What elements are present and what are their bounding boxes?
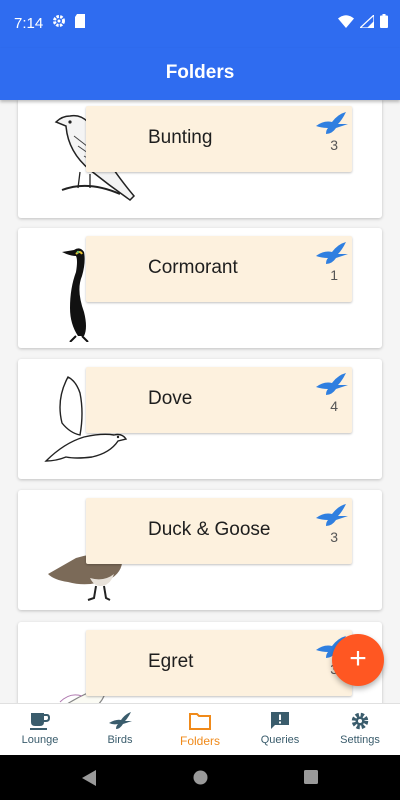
nav-label: Queries bbox=[260, 734, 300, 746]
add-folder-button[interactable]: + bbox=[332, 634, 384, 686]
folder-name: Dove bbox=[148, 388, 193, 409]
folder-label-box[interactable]: Dove 4 bbox=[86, 367, 352, 433]
nav-item-lounge[interactable]: Lounge bbox=[0, 704, 80, 755]
folder-name: Cormorant bbox=[148, 257, 238, 278]
nav-item-settings[interactable]: Settings bbox=[320, 704, 400, 755]
folder-count: 3 bbox=[330, 529, 338, 545]
gear-icon bbox=[351, 712, 369, 730]
recents-icon[interactable] bbox=[304, 770, 318, 784]
wifi-icon bbox=[338, 14, 354, 28]
folder-card-dove[interactable]: Dove 4 bbox=[18, 359, 382, 479]
nav-label: Lounge bbox=[21, 734, 59, 746]
page-title: Folders bbox=[165, 62, 235, 83]
folder-label-box[interactable]: Duck & Goose 3 bbox=[86, 498, 352, 564]
nav-item-folders[interactable]: Folders bbox=[160, 704, 240, 755]
folder-card-egret[interactable]: Egret 3 bbox=[18, 622, 382, 703]
nav-label: Settings bbox=[340, 734, 380, 746]
folder-label-box[interactable]: Cormorant 1 bbox=[86, 236, 352, 302]
nav-label: Birds bbox=[107, 734, 133, 746]
folder-count: 3 bbox=[330, 137, 338, 153]
status-bar: 7:14 bbox=[0, 0, 400, 48]
back-icon[interactable] bbox=[82, 770, 96, 786]
folder-icon bbox=[189, 713, 211, 730]
folder-name: Bunting bbox=[148, 127, 213, 148]
folder-label-box[interactable]: Egret 3 bbox=[86, 630, 352, 696]
folder-label-box[interactable]: Bunting 3 bbox=[86, 106, 352, 172]
hummingbird-icon bbox=[316, 242, 348, 264]
folder-list[interactable]: Bunting 3 Cormorant 1 Dove 4 Duck & Goos… bbox=[0, 100, 400, 703]
feedback-icon bbox=[271, 712, 289, 729]
folder-card-bunting[interactable]: Bunting 3 bbox=[18, 100, 382, 218]
battery-icon bbox=[380, 14, 388, 28]
folder-name: Duck & Goose bbox=[148, 519, 271, 540]
bird-icon bbox=[109, 712, 132, 729]
folder-card-cormorant[interactable]: Cormorant 1 bbox=[18, 228, 382, 348]
system-navigation-bar bbox=[0, 755, 400, 800]
app-bar: Folders bbox=[0, 48, 400, 100]
folder-count: 1 bbox=[330, 267, 338, 283]
home-icon[interactable] bbox=[193, 770, 208, 785]
nav-label: Folders bbox=[179, 734, 220, 748]
bottom-navigation: Lounge Birds Folders Queries Settings bbox=[0, 703, 400, 755]
hummingbird-icon bbox=[316, 504, 348, 526]
folder-card-duck-goose[interactable]: Duck & Goose 3 bbox=[18, 490, 382, 610]
hummingbird-icon bbox=[316, 373, 348, 395]
gear-icon bbox=[53, 15, 65, 27]
nav-item-birds[interactable]: Birds bbox=[80, 704, 160, 755]
sd-card-icon bbox=[75, 14, 85, 28]
folder-name: Egret bbox=[148, 651, 194, 672]
signal-icon bbox=[360, 14, 374, 28]
folder-count: 4 bbox=[330, 398, 338, 414]
nav-item-queries[interactable]: Queries bbox=[240, 704, 320, 755]
status-time: 7:14 bbox=[14, 15, 44, 32]
coffee-cup-icon bbox=[30, 713, 51, 730]
hummingbird-icon bbox=[316, 112, 348, 134]
